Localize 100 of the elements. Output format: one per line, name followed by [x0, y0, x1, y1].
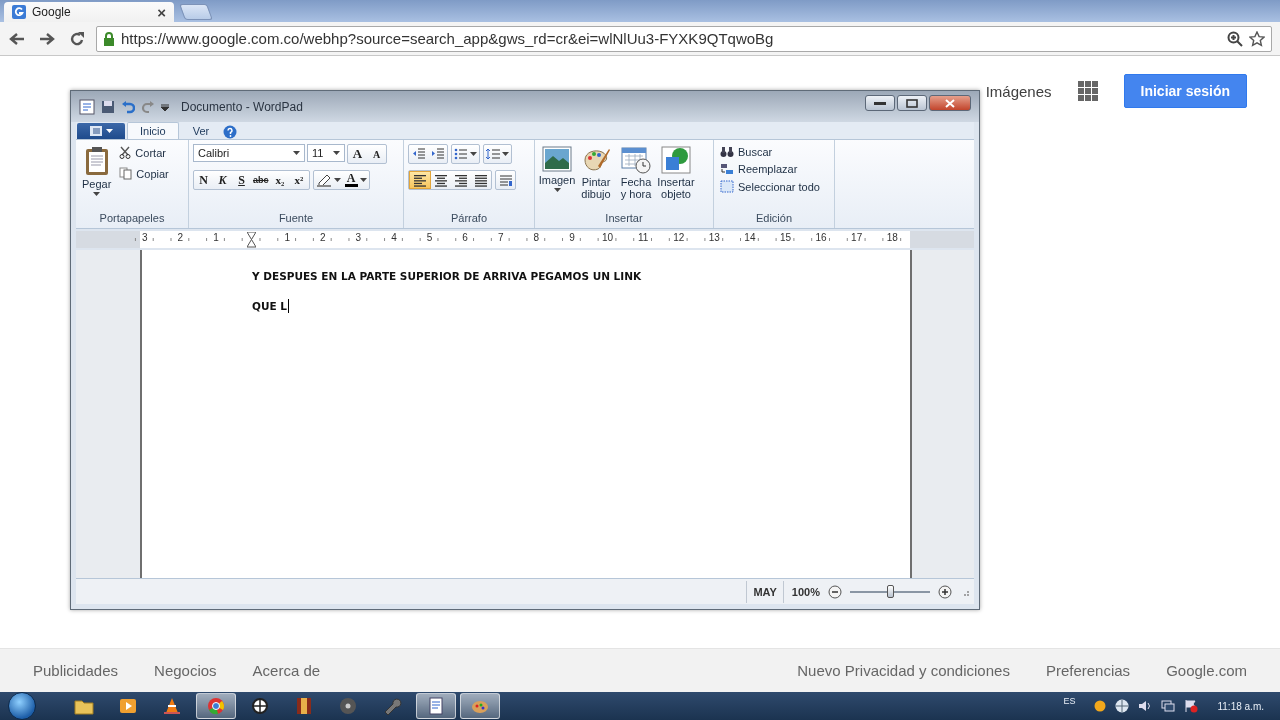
address-bar[interactable]: https://www.google.com.co/webhp?source=search_app&gws_rd=cr&ei=wlNlUu3-FYXK9QTqwoBg — [96, 25, 1272, 52]
ribbon-tab[interactable]: Inicio — [127, 122, 179, 139]
align-left-icon — [412, 173, 428, 187]
group-label: Insertar — [604, 212, 644, 226]
strike-button[interactable]: abc — [251, 171, 271, 189]
sub-button[interactable]: x₂ — [270, 171, 290, 189]
copy-button[interactable]: Copiar — [117, 165, 171, 182]
group-label: Portapapeles — [98, 212, 166, 226]
copy-icon — [119, 167, 133, 180]
dropdown-icon[interactable] — [161, 102, 169, 111]
select-all-icon — [720, 180, 734, 193]
line-spacing-icon — [486, 148, 500, 160]
landscape-icon — [542, 146, 572, 172]
browser-tab[interactable]: Google × — [4, 2, 174, 22]
language-indicator[interactable]: ES — [1063, 696, 1076, 706]
paragraph-icon — [498, 173, 513, 187]
undo-icon[interactable] — [121, 99, 135, 114]
help-icon[interactable] — [223, 125, 238, 139]
clipboard-icon — [84, 146, 109, 176]
zoom-icon[interactable] — [1227, 30, 1243, 47]
footer-link[interactable]: Preferencias — [1045, 662, 1131, 679]
minimize-button[interactable] — [865, 95, 895, 111]
start-button[interactable] — [8, 692, 36, 720]
ribbon-tab[interactable]: Ver — [180, 122, 222, 139]
replace-button[interactable]: Reemplazar — [718, 161, 830, 177]
shrink-font-button[interactable]: A — [367, 145, 386, 163]
maximize-icon — [906, 98, 918, 108]
footer-link[interactable]: Acerca de — [252, 662, 321, 679]
images-link[interactable]: Imágenes — [985, 82, 1052, 100]
crosshair-icon — [250, 697, 270, 715]
bold-button[interactable]: N — [194, 171, 213, 189]
font-family-dropdown[interactable]: Calibri — [193, 144, 305, 162]
insert-datetime-button[interactable]: Fecha y hora — [617, 144, 655, 212]
cut-button[interactable]: Cortar — [117, 144, 171, 161]
font-color-button[interactable]: A — [342, 171, 369, 189]
caret-icon — [470, 152, 477, 156]
footer-link[interactable]: Google.com — [1166, 662, 1247, 679]
outdent-icon — [411, 148, 426, 160]
select-all-button[interactable]: Seleccionar todo — [718, 178, 830, 195]
group-label: Edición — [754, 212, 794, 226]
text-cursor — [288, 299, 289, 313]
sign-in-button[interactable]: Iniciar sesión — [1123, 74, 1247, 108]
shapes-icon — [661, 146, 691, 174]
close-button[interactable] — [929, 95, 971, 111]
insert-paint-button[interactable]: Pintar dibujo — [577, 144, 615, 212]
clock[interactable]: 11:18 a.m. — [1217, 700, 1264, 712]
browser-icon — [206, 697, 226, 715]
tab-icon — [12, 5, 26, 19]
application-menu-button[interactable] — [77, 123, 125, 139]
minimize-icon — [874, 101, 886, 105]
sup-button[interactable]: x² — [289, 171, 309, 189]
caret-icon — [333, 178, 341, 182]
document-text: QUE L — [252, 300, 287, 312]
find-button[interactable]: Buscar — [718, 144, 830, 160]
zoom-out-icon[interactable] — [828, 584, 842, 599]
slider-thumb[interactable] — [887, 584, 894, 598]
taskbar-button[interactable] — [416, 693, 456, 719]
grow-font-button[interactable]: A — [348, 145, 367, 163]
tray-dot-icon[interactable] — [1094, 700, 1107, 712]
insert-object-button[interactable]: Insertar objeto — [657, 144, 695, 212]
underline-button[interactable]: S — [232, 171, 251, 189]
reload-icon — [69, 30, 85, 47]
align-justify-icon — [473, 173, 489, 187]
network-icon[interactable] — [1161, 700, 1176, 712]
group-label: Párrafo — [449, 212, 489, 226]
forward-arrow-icon — [39, 31, 55, 46]
wordpad-icon[interactable] — [79, 98, 95, 115]
tab-close-button[interactable]: × — [157, 3, 166, 21]
tab-title: Google — [32, 5, 72, 19]
maximize-button[interactable] — [897, 95, 927, 111]
apps-grid-icon[interactable] — [1077, 81, 1098, 101]
caret-icon — [553, 188, 561, 192]
indent-marker-icon[interactable] — [247, 231, 257, 248]
caret-icon — [333, 151, 340, 155]
binoculars-icon — [720, 146, 734, 158]
globe-icon[interactable] — [1115, 699, 1130, 713]
palette-icon — [581, 146, 611, 174]
caret-icon — [502, 152, 509, 156]
speaker-icon[interactable] — [1138, 700, 1153, 712]
footer-link[interactable]: Negocios — [154, 662, 217, 679]
caret-icon — [359, 178, 367, 182]
replace-icon — [720, 163, 734, 175]
paste-button[interactable]: Pegar — [80, 144, 114, 212]
align-left-button[interactable] — [409, 171, 431, 189]
disc-icon — [338, 697, 358, 715]
footer-link[interactable]: Publicidades — [33, 662, 119, 679]
menu-icon — [89, 126, 102, 136]
document-page[interactable]: Y DESPUES EN LA PARTE SUPERIOR DE ARRIVA PEGAMOS UN LINK QUE L — [140, 250, 912, 578]
footer-link[interactable]: Nuevo Privacidad y condiciones — [797, 662, 1010, 679]
highlighter-icon — [315, 173, 332, 187]
insert-image-button[interactable]: Imagen — [539, 144, 575, 212]
zoom-in-icon[interactable] — [938, 584, 952, 599]
caps-lock-indicator: MAY — [746, 580, 784, 603]
star-icon[interactable] — [1249, 30, 1265, 47]
wrench-icon — [382, 697, 402, 715]
font-size-dropdown[interactable]: 11 — [307, 144, 345, 162]
save-icon[interactable] — [101, 99, 115, 114]
flag-icon[interactable] — [1184, 699, 1199, 713]
italic-button[interactable]: K — [213, 171, 232, 189]
scissors-icon — [119, 146, 132, 159]
